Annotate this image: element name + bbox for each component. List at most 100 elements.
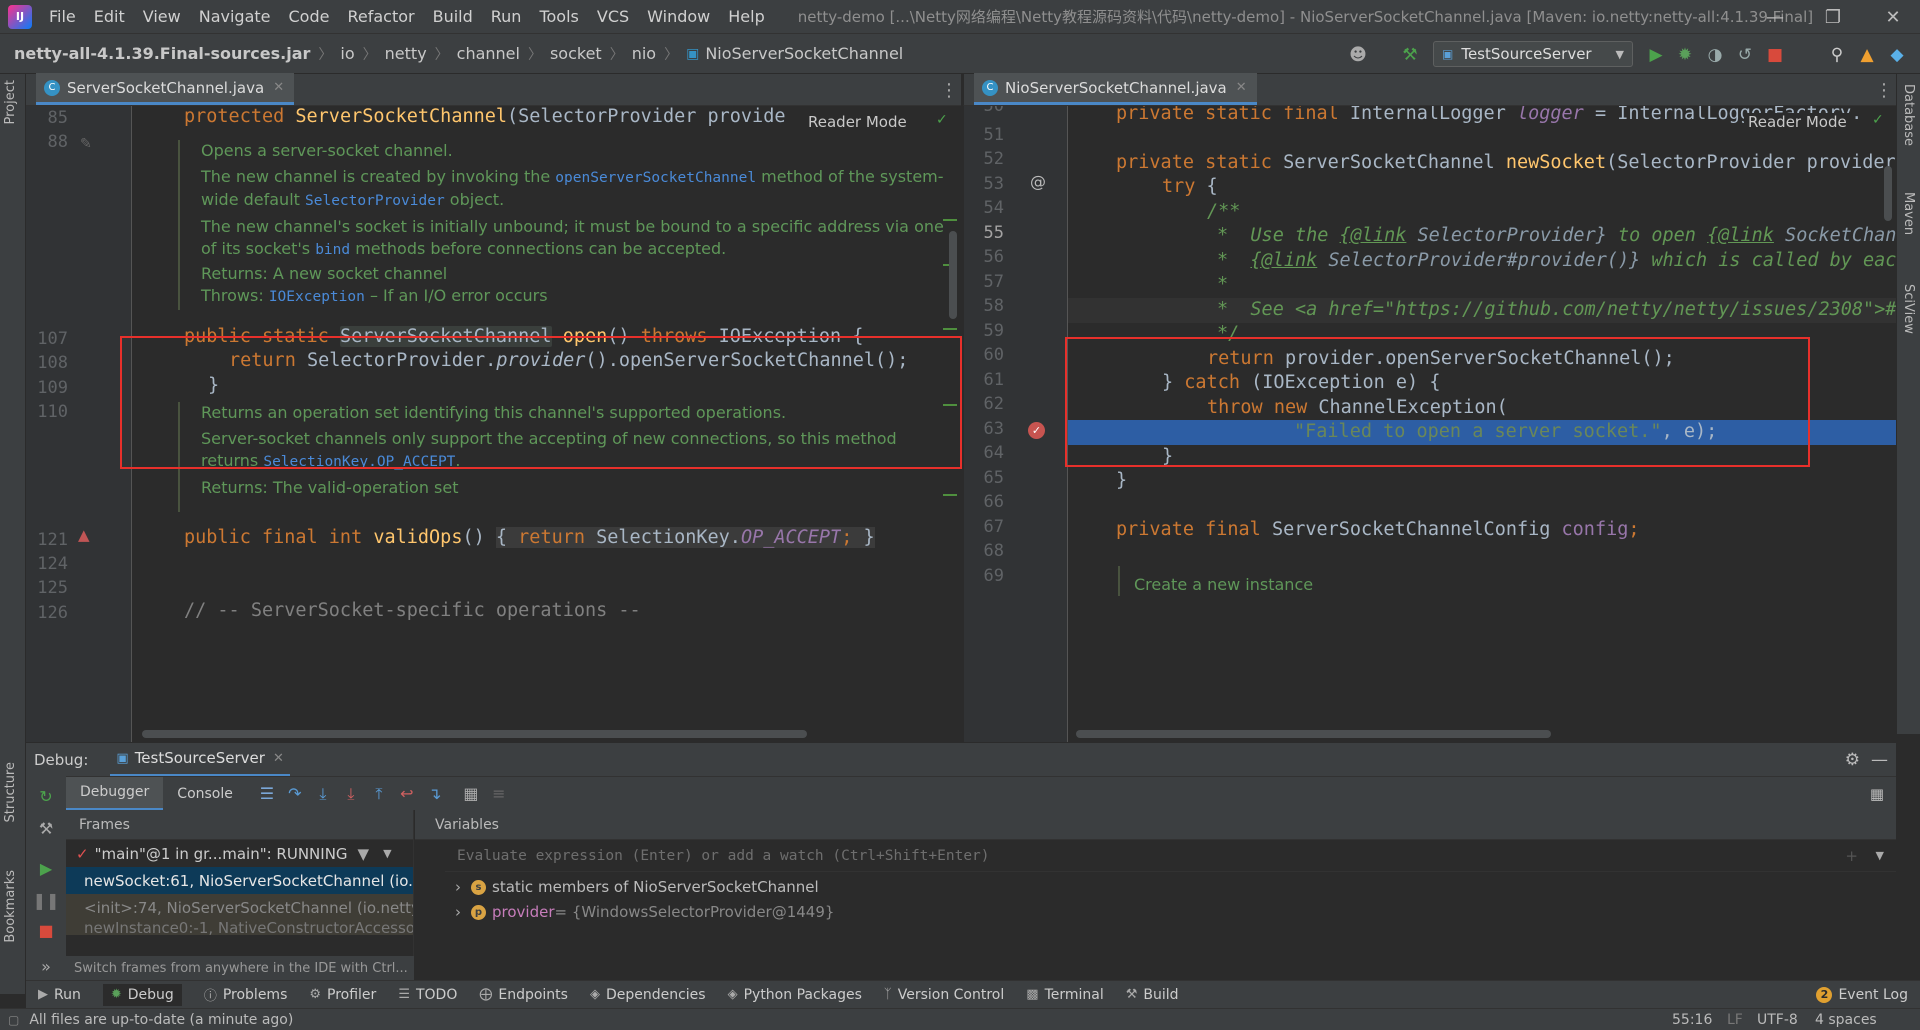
breadcrumb-io[interactable]: io bbox=[340, 44, 354, 63]
plugin-icon[interactable]: ◆ bbox=[1885, 43, 1909, 67]
show-execution-point-icon[interactable]: ☰ bbox=[253, 780, 281, 808]
sciview-tool-tab[interactable]: SciView bbox=[1901, 284, 1916, 334]
hammer-icon[interactable]: ⚒ bbox=[1398, 43, 1422, 67]
reader-mode-label[interactable]: Reader Mode bbox=[808, 113, 907, 131]
force-step-into-icon[interactable]: ⤓ bbox=[337, 780, 365, 808]
frame-row-selected[interactable]: newSocket:61, NioServerSocketChannel (io… bbox=[66, 867, 413, 894]
layout-icon[interactable]: ▦ bbox=[1870, 785, 1884, 803]
debug-session-tab[interactable]: ▣ TestSourceServer ✕ bbox=[110, 743, 290, 777]
database-tool-tab[interactable]: Database bbox=[1901, 84, 1916, 146]
chevron-down-icon[interactable]: ▼ bbox=[1876, 849, 1884, 862]
menu-window[interactable]: Window bbox=[638, 7, 719, 26]
tab-console[interactable]: Console bbox=[163, 777, 247, 811]
breadcrumb-nio[interactable]: nio bbox=[632, 44, 656, 63]
run-icon[interactable]: ▶ bbox=[1644, 43, 1668, 67]
tool-problems[interactable]: ⓘ Problems bbox=[204, 985, 288, 1005]
update-icon[interactable]: ▲ bbox=[1855, 43, 1879, 67]
reader-mode-label[interactable]: Reader Mode bbox=[1744, 113, 1851, 131]
tool-dependencies[interactable]: ◈ Dependencies bbox=[590, 987, 706, 1003]
search-icon[interactable]: ⚲ bbox=[1825, 43, 1849, 67]
breadcrumb-jar[interactable]: netty-all-4.1.39.Final-sources.jar bbox=[14, 44, 310, 63]
user-icon[interactable]: ☻ bbox=[1346, 43, 1370, 67]
menu-edit[interactable]: Edit bbox=[85, 7, 134, 26]
menu-tools[interactable]: Tools bbox=[530, 7, 587, 26]
run-configuration-select[interactable]: ▣ TestSourceServer ▼ bbox=[1433, 41, 1633, 67]
tool-terminal[interactable]: ▩ Terminal bbox=[1026, 987, 1103, 1003]
rerun-icon[interactable]: ↻ bbox=[32, 782, 60, 810]
menu-vcs[interactable]: VCS bbox=[588, 7, 638, 26]
step-out-icon[interactable]: ⤒ bbox=[365, 780, 393, 808]
override-marker-icon[interactable]: @ bbox=[1030, 172, 1046, 191]
profile-icon[interactable]: ↺ bbox=[1733, 43, 1757, 67]
breadcrumb-class[interactable]: NioServerSocketChannel bbox=[705, 44, 903, 63]
implementation-marker-icon[interactable]: ▲ bbox=[78, 526, 90, 544]
edit-pencil-icon[interactable]: ✎ bbox=[80, 136, 92, 152]
close-tab-icon[interactable]: ✕ bbox=[1236, 80, 1247, 95]
structure-tool-tab[interactable]: Structure bbox=[3, 762, 18, 822]
horizontal-scrollbar[interactable] bbox=[142, 730, 807, 738]
panel-toggle-icon[interactable]: ▢ bbox=[8, 1013, 19, 1027]
close-tab-icon[interactable]: ✕ bbox=[273, 751, 284, 766]
coverage-icon[interactable]: ◑ bbox=[1703, 43, 1727, 67]
trace-icon[interactable]: ≡ bbox=[485, 780, 513, 808]
resume-icon[interactable]: ▶ bbox=[32, 854, 60, 882]
tool-profiler[interactable]: ⚙ Profiler bbox=[309, 987, 376, 1003]
event-log[interactable]: 2 Event Log bbox=[1816, 986, 1908, 1003]
horizontal-scrollbar[interactable] bbox=[1076, 730, 1551, 738]
bookmarks-tool-tab[interactable]: Bookmarks bbox=[3, 870, 18, 943]
indent-setting[interactable]: 4 spaces bbox=[1815, 1012, 1877, 1028]
menu-view[interactable]: View bbox=[134, 7, 190, 26]
menu-code[interactable]: Code bbox=[280, 7, 339, 26]
evaluate-expression-icon[interactable]: ▦ bbox=[457, 780, 485, 808]
breadcrumb-netty[interactable]: netty bbox=[385, 44, 427, 63]
menu-navigate[interactable]: Navigate bbox=[190, 7, 280, 26]
settings-gear-icon[interactable]: ⚙ bbox=[1845, 750, 1860, 770]
stop-icon[interactable]: ■ bbox=[1763, 43, 1787, 67]
file-encoding[interactable]: UTF-8 bbox=[1757, 1012, 1798, 1028]
caret-position[interactable]: 55:16 bbox=[1672, 1012, 1712, 1028]
variable-row[interactable]: › s static members of NioServerSocketCha… bbox=[455, 878, 819, 896]
chevron-down-icon[interactable]: ▼ bbox=[383, 847, 391, 860]
tool-build[interactable]: ⚒ Build bbox=[1126, 987, 1179, 1003]
tool-todo[interactable]: ☰ TODO bbox=[398, 987, 457, 1003]
menu-run[interactable]: Run bbox=[482, 7, 531, 26]
stop-icon[interactable]: ■ bbox=[32, 916, 60, 944]
tab-server-socket-channel[interactable]: C ServerSocketChannel.java ✕ bbox=[36, 73, 295, 105]
menu-refactor[interactable]: Refactor bbox=[338, 7, 423, 26]
maven-tool-tab[interactable]: Maven bbox=[1901, 192, 1916, 235]
thread-selector[interactable]: ✓ "main"@1 in gr...main": RUNNING ▼ ▼ bbox=[66, 840, 413, 867]
menu-build[interactable]: Build bbox=[424, 7, 482, 26]
close-window-icon[interactable]: ✕ bbox=[1870, 0, 1916, 34]
step-into-icon[interactable]: ⤓ bbox=[309, 780, 337, 808]
minimize-icon[interactable]: — bbox=[1752, 0, 1798, 34]
vertical-scrollbar[interactable] bbox=[1884, 166, 1892, 221]
vertical-scrollbar[interactable] bbox=[949, 231, 957, 319]
pause-icon[interactable]: ❚❚ bbox=[32, 886, 60, 914]
more-options-icon[interactable]: ⋮ bbox=[940, 80, 958, 101]
breakpoint-icon[interactable]: ✓ bbox=[1028, 422, 1045, 439]
run-to-cursor-icon[interactable]: ↴ bbox=[421, 780, 449, 808]
drop-frame-icon[interactable]: ↩ bbox=[393, 780, 421, 808]
add-icon[interactable]: + bbox=[1845, 847, 1858, 865]
frame-row[interactable]: <init>:74, NioServerSocketChannel (io.ne… bbox=[66, 894, 413, 921]
project-tool-tab[interactable]: Project bbox=[3, 80, 18, 124]
expand-arrow-icon[interactable]: › bbox=[455, 903, 461, 921]
menu-help[interactable]: Help bbox=[719, 7, 773, 26]
filter-icon[interactable]: ▼ bbox=[358, 845, 370, 863]
tool-endpoints[interactable]: ⨁ Endpoints bbox=[479, 987, 568, 1003]
variable-row[interactable]: › p provider = {WindowsSelectorProvider@… bbox=[455, 903, 834, 921]
expand-arrow-icon[interactable]: › bbox=[455, 878, 461, 896]
step-over-icon[interactable]: ↷ bbox=[281, 780, 309, 808]
debug-icon[interactable]: ✹ bbox=[1673, 43, 1697, 67]
tool-debug[interactable]: ✹ Debug bbox=[102, 983, 182, 1006]
tab-nio-server-socket-channel[interactable]: C NioServerSocketChannel.java ✕ bbox=[974, 73, 1257, 105]
tab-debugger[interactable]: Debugger bbox=[66, 776, 164, 811]
restore-icon[interactable]: ❐ bbox=[1810, 0, 1856, 34]
evaluate-input[interactable]: Evaluate expression (Enter) or add a wat… bbox=[445, 840, 1896, 872]
breadcrumb-channel[interactable]: channel bbox=[457, 44, 520, 63]
more-icon[interactable]: » bbox=[32, 952, 60, 980]
close-tab-icon[interactable]: ✕ bbox=[273, 80, 284, 95]
tool-run[interactable]: ▶ Run bbox=[38, 987, 81, 1003]
wrench-icon[interactable]: ⚒ bbox=[32, 814, 60, 842]
tool-python-packages[interactable]: ◈ Python Packages bbox=[728, 987, 862, 1003]
